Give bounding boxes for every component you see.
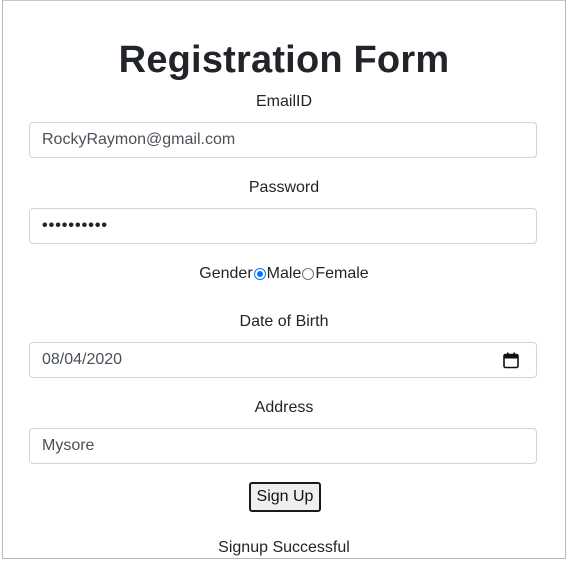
password-masked-value: •••••••••• bbox=[42, 217, 109, 234]
gender-label: Gender bbox=[199, 265, 253, 282]
address-value: Mysore bbox=[42, 437, 95, 454]
dob-label: Date of Birth bbox=[239, 313, 329, 330]
dob-field[interactable]: 08/04/2020 bbox=[29, 342, 537, 378]
address-label: Address bbox=[254, 399, 314, 416]
form-container: Registration Form EmailID RockyRaymon@gm… bbox=[2, 0, 566, 559]
status-message: Signup Successful bbox=[218, 539, 350, 556]
dob-value: 08/04/2020 bbox=[42, 351, 123, 368]
gender-female-radio[interactable] bbox=[302, 268, 315, 280]
calendar-icon[interactable] bbox=[503, 352, 519, 369]
sign-up-button[interactable]: Sign Up bbox=[249, 482, 321, 512]
gender-group: Gender Male Female bbox=[3, 264, 565, 284]
gender-male-radio[interactable] bbox=[253, 268, 266, 280]
email-value: RockyRaymon@gmail.com bbox=[42, 131, 236, 148]
page-title: Registration Form bbox=[118, 39, 450, 81]
gender-male-label[interactable]: Male bbox=[267, 265, 302, 283]
address-field[interactable]: Mysore bbox=[29, 428, 537, 464]
password-label: Password bbox=[248, 179, 320, 196]
gender-female-label[interactable]: Female bbox=[315, 265, 368, 283]
password-field[interactable]: •••••••••• bbox=[29, 208, 537, 244]
email-label: EmailID bbox=[255, 93, 312, 110]
email-field[interactable]: RockyRaymon@gmail.com bbox=[29, 122, 537, 158]
